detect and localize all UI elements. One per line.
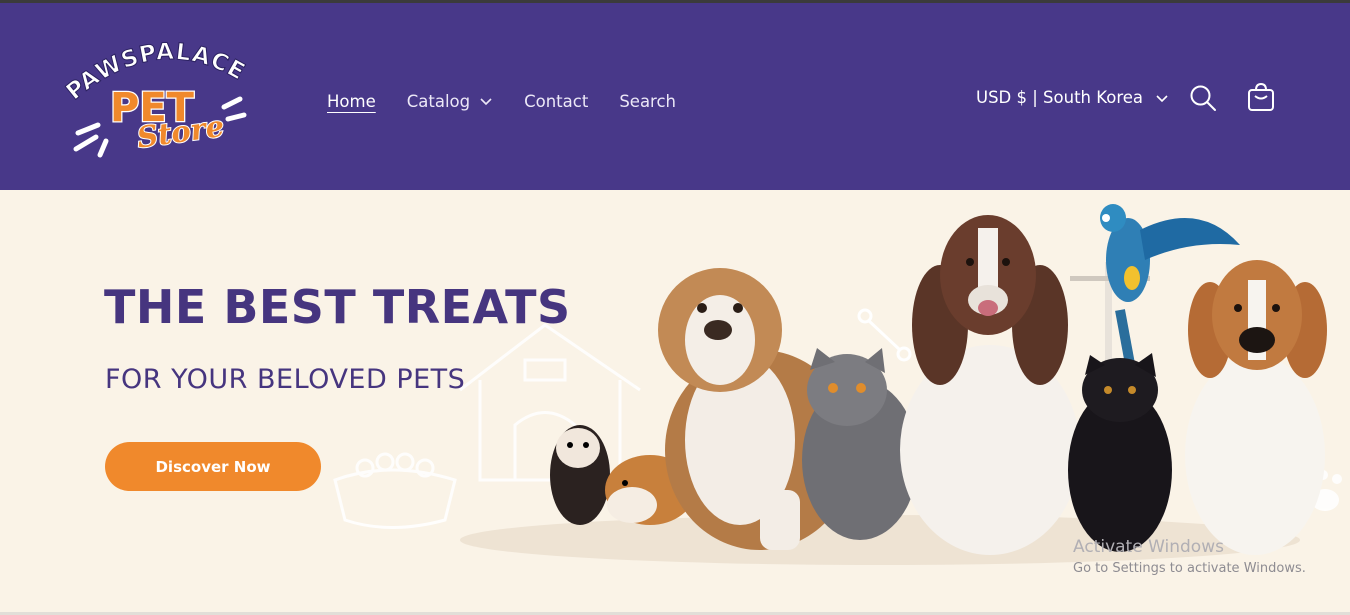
nav-search[interactable]: Search: [619, 92, 676, 111]
black-cat: [1068, 353, 1172, 552]
cart-icon[interactable]: [1246, 82, 1276, 112]
watermark-title: Activate Windows: [1073, 537, 1224, 557]
main-nav: Home Catalog Contact Search: [327, 86, 707, 116]
search-icon[interactable]: [1188, 83, 1218, 113]
nav-catalog[interactable]: Catalog: [407, 92, 493, 111]
food-bowl-doodle: [333, 452, 457, 529]
ferret: [550, 425, 610, 525]
hero-title: THE BEST TREATS: [104, 280, 571, 334]
watermark-message: Go to Settings to activate Windows.: [1073, 561, 1306, 576]
discover-now-button[interactable]: Discover Now: [105, 442, 321, 491]
spaniel: [900, 215, 1080, 555]
currency-selector[interactable]: USD $ | South Korea: [976, 88, 1169, 107]
store-logo[interactable]: PAWSPALACE PET Store: [62, 39, 252, 164]
currency-label: USD $ | South Korea: [976, 88, 1144, 107]
hero-subtitle: FOR YOUR BELOVED PETS: [105, 364, 466, 395]
nav-contact[interactable]: Contact: [524, 92, 588, 111]
doghouse-doodle: [459, 323, 641, 482]
chevron-down-icon: [480, 98, 492, 106]
chevron-down-icon: [1156, 94, 1168, 102]
nav-home[interactable]: Home: [327, 92, 376, 111]
bone-doodle: [857, 308, 912, 362]
site-header: PAWSPALACE PET Store Home Catalog Contac…: [0, 3, 1350, 190]
beagle: [1185, 260, 1327, 555]
nav-catalog-label: Catalog: [406, 91, 471, 111]
activate-windows-watermark: Activate Windows Go to Settings to activ…: [1073, 537, 1306, 576]
